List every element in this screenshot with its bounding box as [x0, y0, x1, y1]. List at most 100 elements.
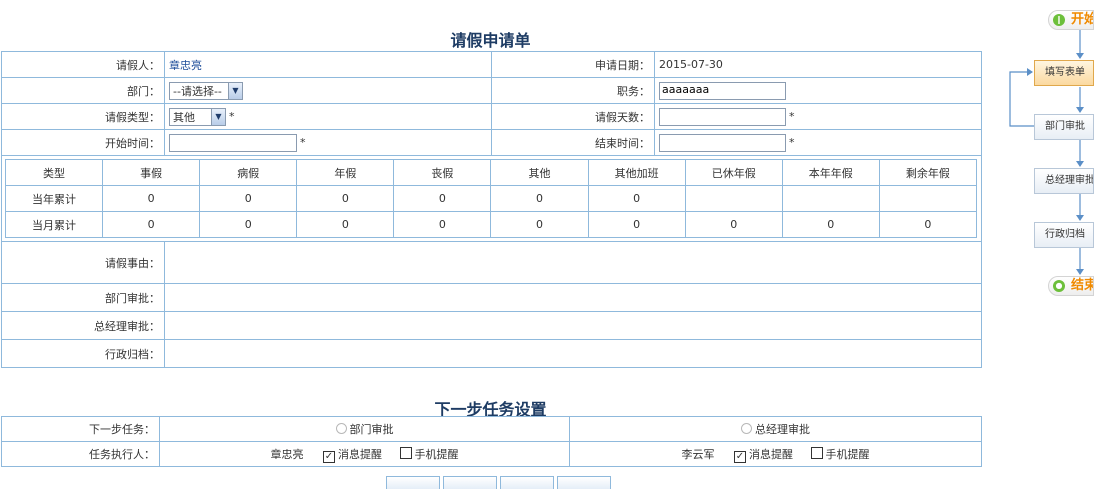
form-title: 请假申请单 [450, 31, 531, 50]
department-cell: --请选择-- ▼ [164, 77, 492, 104]
message-remind-label: 消息提醒 [338, 447, 382, 461]
table-cell: 当年累计 [4, 185, 104, 212]
table-cell: 0 [393, 211, 492, 238]
workflow-step-label: 行政归档 [1045, 229, 1085, 240]
department-select-value: --请选择-- [173, 84, 222, 98]
stats-container: 类型 事假 病假 年假 丧假 其他 其他加班 已休年假 本年年假 剩余年假 当年… [1, 155, 982, 242]
action-button-1[interactable] [386, 476, 440, 489]
department-label: 部门： [1, 77, 165, 104]
reason-label: 请假事由： [1, 241, 165, 284]
play-icon: ❙ [1053, 14, 1065, 26]
leave-type-cell: 其他 ▼ * [164, 103, 492, 130]
workflow-step-gm-approval[interactable]: 总经理审批 [1034, 168, 1094, 194]
dept-approval-field [164, 283, 982, 312]
required-mark: * [300, 135, 306, 149]
leave-type-select[interactable]: 其他 ▼ [169, 107, 226, 126]
table-cell: 0 [393, 185, 492, 212]
leave-days-input[interactable] [659, 107, 786, 126]
apply-date-label: 申请日期： [491, 51, 655, 78]
phone-remind-label: 手机提醒 [414, 447, 459, 461]
task-option-label: 部门审批 [349, 423, 394, 436]
executor-cell-2: 李云军 ✓ 消息提醒 手机提醒 [569, 441, 982, 467]
workflow-step-fill-form[interactable]: 填写表单 [1034, 60, 1094, 86]
position-label: 职务： [491, 77, 655, 104]
workflow-panel: ❙ 开始 填写表单 部门审批 总经理审批 行政归档 ● 结束 [990, 0, 1094, 330]
stats-header-cell: 丧假 [393, 159, 492, 186]
table-cell [781, 185, 880, 212]
workflow-step-label: 总经理审批 [1045, 175, 1094, 186]
next-task-label: 下一步任务： [1, 416, 160, 442]
start-time-input[interactable] [169, 133, 297, 152]
table-cell: 0 [296, 185, 395, 212]
workflow-step-dept-approval[interactable]: 部门审批 [1034, 114, 1094, 140]
workflow-start-label: 开始 [1071, 12, 1093, 27]
chevron-down-icon: ▼ [211, 108, 225, 125]
table-cell: 0 [199, 185, 298, 212]
phone-remind-checkbox[interactable] [399, 446, 412, 459]
leave-type-select-value: 其他 [173, 110, 195, 124]
leave-days-label: 请假天数： [491, 103, 655, 130]
message-remind-checkbox[interactable]: ✓ [323, 450, 335, 463]
table-cell: 0 [102, 211, 201, 238]
position-cell: aaaaaaa [654, 77, 982, 104]
stop-icon: ● [1053, 280, 1065, 292]
chevron-down-icon: ▼ [228, 82, 242, 99]
start-time-cell: * [164, 129, 492, 156]
end-time-cell: * [654, 129, 982, 156]
message-remind-checkbox[interactable]: ✓ [734, 450, 746, 463]
executor-label: 任务执行人： [1, 441, 160, 467]
stats-header-cell: 其他加班 [587, 159, 686, 186]
stats-header-cell: 本年年假 [781, 159, 880, 186]
action-button-2[interactable] [443, 476, 497, 489]
executor-name: 章忠亮 [270, 447, 304, 461]
action-button-4[interactable] [557, 476, 611, 489]
workflow-step-label: 部门审批 [1045, 121, 1085, 132]
stats-header-cell: 剩余年假 [878, 159, 978, 186]
department-select[interactable]: --请选择-- ▼ [169, 81, 243, 100]
executor-cell-1: 章忠亮 ✓ 消息提醒 手机提醒 [159, 441, 570, 467]
table-cell: 0 [490, 211, 589, 238]
required-mark: * [229, 109, 235, 123]
workflow-start-node: ❙ 开始 [1048, 10, 1094, 30]
stats-header-cell: 事假 [102, 159, 201, 186]
gm-approval-field [164, 311, 982, 340]
leave-type-label: 请假类型： [1, 103, 165, 130]
approval-details-table: 请假事由： 部门审批： 总经理审批： 行政归档： [1, 241, 982, 368]
task-option-dept[interactable]: 部门审批 [159, 416, 570, 442]
end-time-label: 结束时间： [491, 129, 655, 156]
action-button-3[interactable] [500, 476, 554, 489]
stats-header-cell: 病假 [199, 159, 298, 186]
end-time-input[interactable] [659, 133, 786, 152]
table-row: 当年累计 0 0 0 0 0 0 [4, 185, 978, 212]
table-cell: 0 [878, 211, 978, 238]
table-cell: 0 [199, 211, 298, 238]
workflow-step-admin-archive[interactable]: 行政归档 [1034, 222, 1094, 248]
leave-days-cell: * [654, 103, 982, 130]
table-cell: 0 [684, 211, 783, 238]
workflow-end-node: ● 结束 [1048, 276, 1094, 296]
table-cell: 当月累计 [4, 211, 104, 238]
required-mark: * [789, 135, 795, 149]
phone-remind-label: 手机提醒 [825, 447, 870, 461]
table-cell [684, 185, 783, 212]
reason-field[interactable] [164, 241, 982, 284]
task-option-gm[interactable]: 总经理审批 [569, 416, 982, 442]
executor-name: 李云军 [681, 447, 715, 461]
leave-form-table: 请假人： 章忠亮 申请日期： 2015-07-30 部门： --请选择-- ▼ … [1, 51, 982, 242]
table-cell: 0 [490, 185, 589, 212]
table-row: 当月累计 0 0 0 0 0 0 0 0 0 [4, 211, 978, 238]
stats-header-row: 类型 事假 病假 年假 丧假 其他 其他加班 已休年假 本年年假 剩余年假 [4, 159, 978, 186]
workflow-step-label: 填写表单 [1045, 67, 1085, 78]
admin-archive-field [164, 339, 982, 368]
table-cell: 0 [781, 211, 880, 238]
radio-button[interactable] [741, 423, 752, 434]
stats-header-cell: 年假 [296, 159, 395, 186]
gm-approval-label: 总经理审批： [1, 311, 165, 340]
radio-button[interactable] [335, 423, 347, 434]
applicant-value: 章忠亮 [164, 51, 492, 78]
apply-date-value: 2015-07-30 [654, 51, 982, 78]
phone-remind-checkbox[interactable] [810, 446, 823, 459]
stats-header-cell: 已休年假 [684, 159, 783, 186]
position-input[interactable]: aaaaaaa [659, 81, 786, 100]
required-mark: * [789, 109, 795, 123]
